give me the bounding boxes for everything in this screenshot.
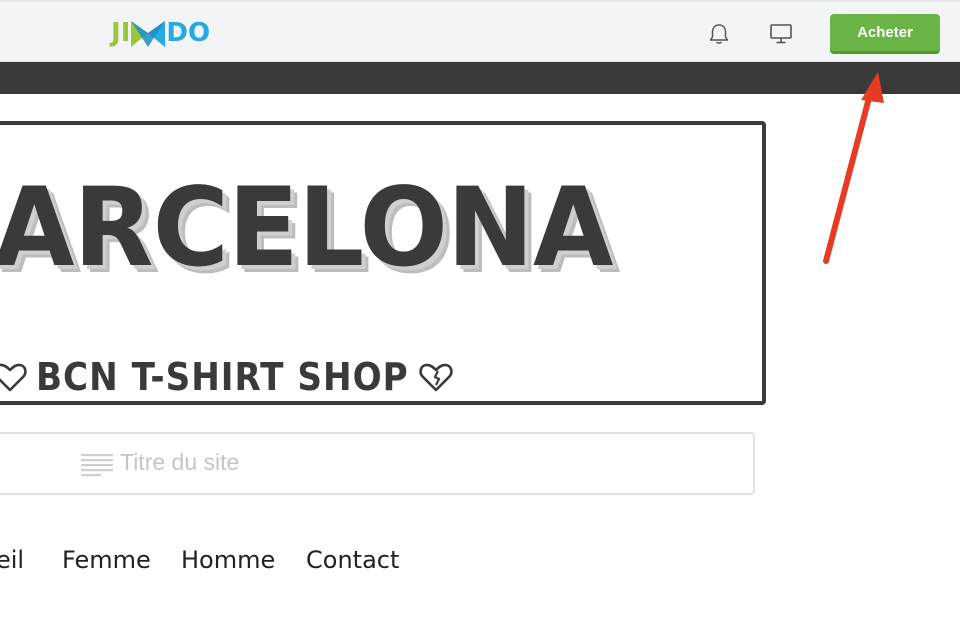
heart-icon [419, 363, 453, 392]
jimdo-logo[interactable]: J I D O [111, 18, 210, 48]
nav-item-femme[interactable]: Femme [62, 546, 151, 574]
banner-subtitle: BCN T-SHIRT SHOP [36, 355, 409, 399]
bell-icon[interactable] [706, 21, 732, 47]
logo-letter-o: O [187, 18, 211, 48]
monitor-icon[interactable] [768, 22, 794, 46]
site-title-placeholder: Titre du site [120, 449, 240, 475]
nav-item-homme[interactable]: Homme [181, 546, 275, 574]
top-bar: J I D O Acheter [0, 0, 960, 62]
text-lines-icon [81, 454, 113, 477]
editor-toolbar-strip [0, 62, 960, 94]
logo-m-shape [131, 21, 166, 47]
logo-letter-i: I [120, 18, 131, 48]
buy-button[interactable]: Acheter [830, 14, 940, 54]
logo-letter-d: D [166, 18, 188, 48]
banner-subtitle-row: BCN T-SHIRT SHOP [0, 352, 455, 402]
site-title-field[interactable]: Titre du site [0, 432, 755, 495]
heart-icon [0, 363, 27, 392]
nav-item-accueil[interactable]: eil [0, 546, 24, 574]
nav-item-contact[interactable]: Contact [306, 546, 399, 574]
banner-title: ARCELONA [0, 162, 613, 292]
logo-letter-j: J [111, 18, 121, 48]
